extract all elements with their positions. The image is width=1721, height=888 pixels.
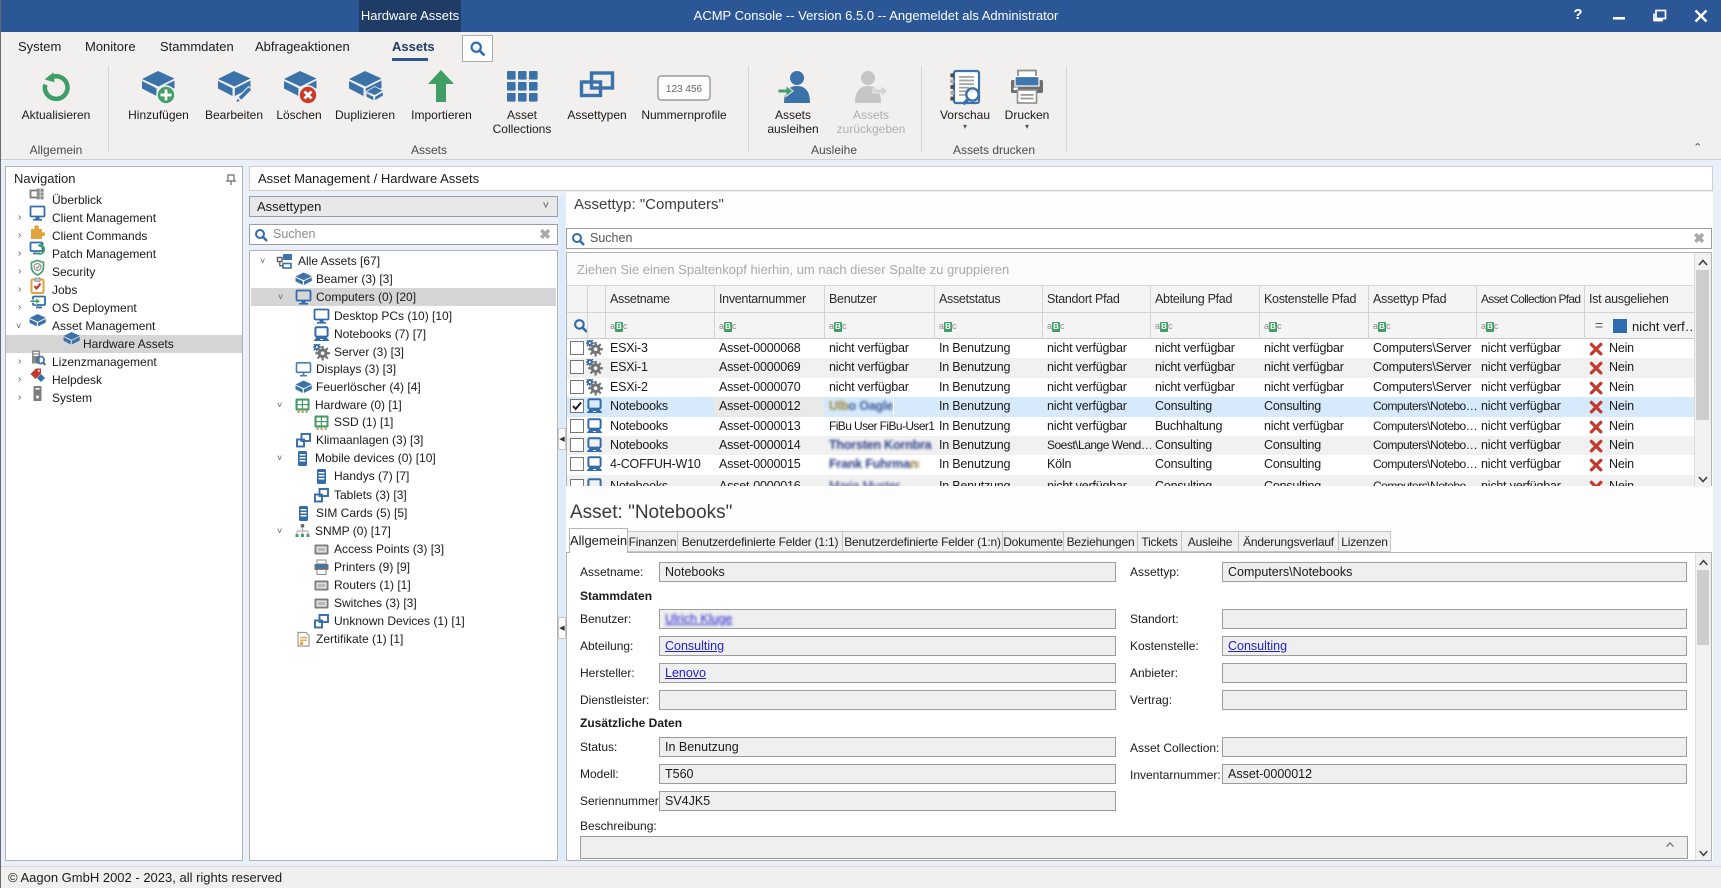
svg-text:123 456: 123 456 [666, 84, 703, 95]
